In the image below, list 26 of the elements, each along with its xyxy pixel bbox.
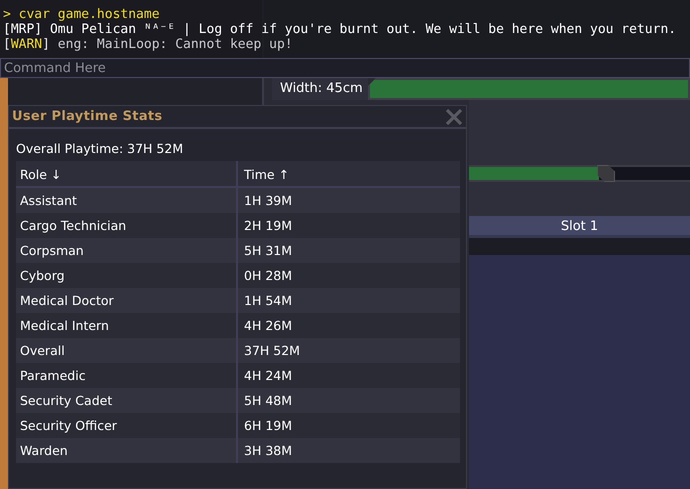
width-label: Width: 45cm: [272, 78, 368, 100]
window-title: User Playtime Stats: [12, 108, 162, 126]
table-cell: Warden: [16, 438, 238, 463]
table-cell-text: 4H 24M: [243, 367, 294, 385]
close-icon[interactable]: [445, 108, 463, 124]
table-cell-text: 1H 39M: [243, 192, 294, 210]
table-cell-text: 2H 19M: [243, 217, 294, 235]
slot-button[interactable]: Slot 1: [469, 216, 690, 238]
table-cell-text: 5H 48M: [243, 392, 294, 410]
table-cell-text: 6H 19M: [243, 417, 294, 435]
table-cell-text: 5H 31M: [243, 242, 294, 260]
width-slider-bar[interactable]: [368, 78, 690, 100]
console-command: > cvar game.hostname: [2, 7, 161, 22]
table-cell-text: 3H 38M: [243, 442, 294, 460]
table-cell-text: 37H 52M: [243, 342, 301, 360]
table-cell-text: 4H 26M: [243, 317, 294, 335]
column-header[interactable]: Time ↑: [238, 161, 460, 186]
table-cell-text: 1H 54M: [243, 292, 294, 310]
command-input[interactable]: Command Here: [0, 58, 690, 78]
slider-track[interactable]: [469, 165, 690, 182]
overall-playtime: Overall Playtime: 37H 52M: [15, 140, 184, 158]
console-warning: [WARN] eng: MainLoop: Cannot keep up!: [2, 37, 294, 52]
table-cell-text: 0H 28M: [243, 267, 294, 285]
console-line: [MRP] Omu Pelican ᴺᴬ⁻ᴱ | Log off if you're burnt out. We will be here when you return.: [2, 22, 678, 37]
slider-handle[interactable]: [597, 165, 616, 182]
column-header[interactable]: Role ↓: [16, 161, 238, 186]
